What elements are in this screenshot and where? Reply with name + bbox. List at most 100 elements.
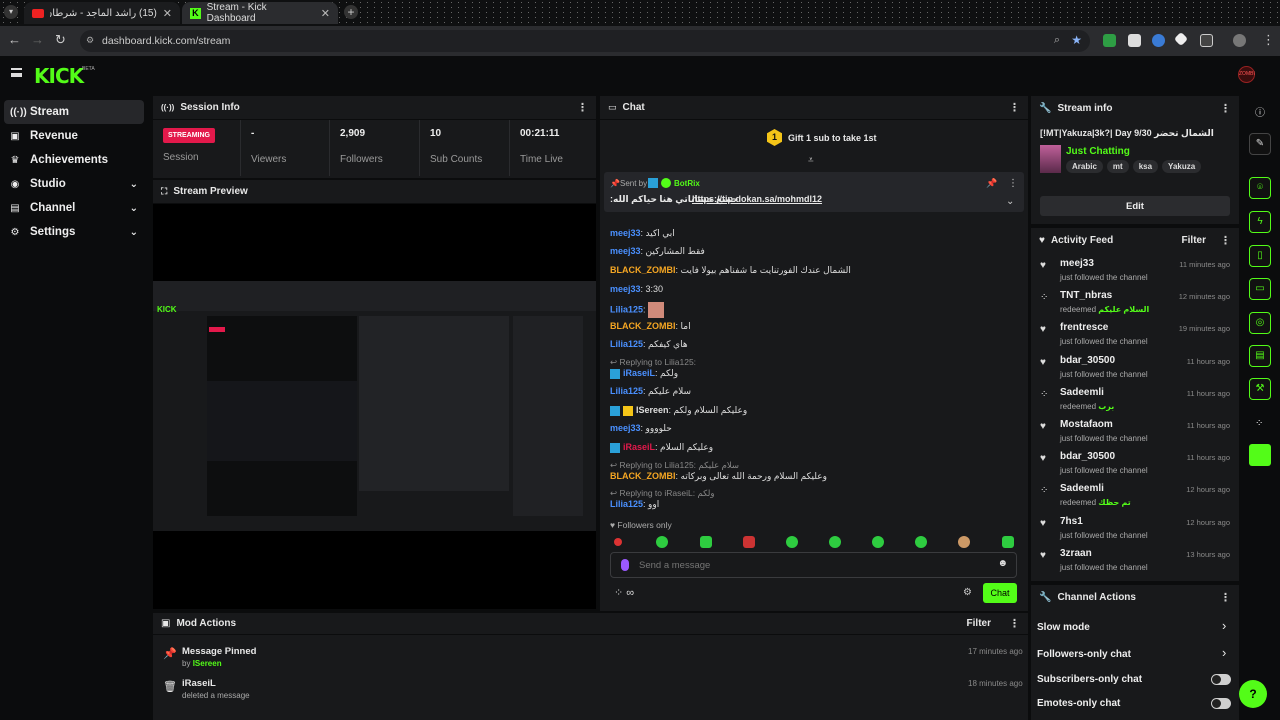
sidebar-item-stream[interactable]: ((·)) Stream (4, 100, 144, 124)
microphone-icon[interactable] (621, 559, 629, 571)
browser-tab-kick[interactable]: K Stream - Kick Dashboard ✕ (182, 2, 338, 24)
points-icon[interactable]: ⁘ ∞ (614, 586, 634, 599)
forward-arrow-icon[interactable]: → (31, 32, 44, 47)
help-chat-icon[interactable]: ? (1239, 680, 1267, 708)
camera-icon[interactable]: ⌾ (1249, 177, 1271, 199)
chat-bubble-icon[interactable]: ▭ (1249, 278, 1271, 300)
close-icon[interactable]: ✕ (163, 7, 172, 20)
activity-username[interactable]: 7hs1 (1060, 516, 1083, 527)
chat-message-input[interactable] (639, 557, 989, 573)
activity-username[interactable]: TNT_nbras (1060, 290, 1112, 301)
points-icon[interactable]: ⁘ (1255, 418, 1263, 429)
more-options-icon[interactable]: ⋮ (577, 101, 588, 114)
reply-reference[interactable]: ↩ Replying to Lilia125: (610, 357, 696, 368)
zoom-icon[interactable]: ⌕ (1054, 34, 1060, 47)
chat-username[interactable]: Lilia125 (610, 499, 643, 509)
mod-action-title[interactable]: iRaseiL (182, 678, 216, 689)
chat-username[interactable]: iRaseiL (623, 368, 655, 378)
extension-icon[interactable] (1128, 34, 1141, 47)
back-arrow-icon[interactable]: ← (8, 32, 21, 47)
profile-avatar[interactable] (1233, 34, 1246, 47)
emote-icon[interactable] (958, 536, 970, 548)
chat-send-button[interactable]: Chat (983, 583, 1017, 603)
sidebar-item-studio[interactable]: ◉ Studio ⌄ (4, 172, 144, 196)
browser-menu-icon[interactable]: ⋮ (1262, 32, 1275, 48)
activity-item[interactable]: ♥ frentresce just followed the channel 19 … (1040, 322, 1232, 354)
chat-username[interactable]: ISereen (636, 405, 669, 415)
sidebar-item-achievements[interactable]: ♛ Achievements (4, 148, 144, 172)
new-tab-button[interactable]: + (344, 5, 358, 19)
tab-search-icon[interactable]: ▾ (4, 5, 18, 19)
menu-icon[interactable] (11, 68, 22, 77)
emote-icon[interactable] (743, 536, 755, 548)
emote-icon[interactable] (829, 536, 841, 548)
more-options-icon[interactable]: ⋮ (1220, 234, 1231, 247)
pinned-user[interactable]: BotRix (674, 179, 700, 188)
activity-item[interactable]: ♥ 3zraan just followed the channel 13 hour… (1040, 548, 1232, 580)
more-options-icon[interactable]: ⋮ (1009, 101, 1020, 114)
pinned-link[interactable]: https://tip.dokan.sa/mohmdl12 (692, 194, 822, 204)
more-options-icon[interactable]: ⋮ (1009, 617, 1020, 630)
dashboard-icon[interactable]: ▤ (1249, 345, 1271, 367)
pencil-icon[interactable]: ✎ (1249, 133, 1271, 155)
activity-username[interactable]: Sadeemli (1060, 387, 1104, 398)
chat-username[interactable]: meej33 (610, 284, 641, 294)
lightning-icon[interactable]: ϟ (1249, 211, 1271, 233)
activity-username[interactable]: Mostafaom (1060, 419, 1113, 430)
sidebar-item-revenue[interactable]: ▣ Revenue (4, 124, 144, 148)
chat-input-box[interactable]: ☻ (610, 552, 1017, 578)
chat-username[interactable]: iRaseiL (623, 442, 655, 452)
filter-button[interactable]: Filter (1182, 235, 1206, 246)
emote-icon[interactable] (872, 536, 884, 548)
emoji-icon[interactable]: ☻ (997, 558, 1008, 569)
chat-username[interactable]: meej33 (610, 228, 641, 238)
add-widget-icon[interactable] (1249, 444, 1271, 466)
activity-item[interactable]: ⁘ TNT_nbras redeemed السلام عليكم 12 minute… (1040, 290, 1232, 322)
more-options-icon[interactable]: ⋮ (1008, 178, 1018, 189)
sidebar-item-settings[interactable]: ⚙ Settings ⌄ (4, 220, 144, 244)
puzzle-extensions-icon[interactable] (1200, 34, 1213, 47)
bookmark-star-icon[interactable]: ★ (1071, 33, 1082, 47)
emote-icon[interactable] (915, 536, 927, 548)
emote-icon[interactable] (614, 538, 622, 546)
chevron-right-icon[interactable]: › (1222, 645, 1226, 660)
emote-icon[interactable] (656, 536, 668, 548)
broadcast-icon[interactable]: ◎ (1249, 312, 1271, 334)
info-icon[interactable]: ⓘ (1255, 104, 1265, 119)
chat-username[interactable]: meej33 (610, 423, 641, 433)
activity-item[interactable]: ⁘ Sadeemli redeemed تم حظك 12 hours ago (1040, 483, 1232, 515)
activity-item[interactable]: ♥ bdar_30500 just followed the channel 11 … (1040, 451, 1232, 483)
emote-icon[interactable] (786, 536, 798, 548)
gift-sub-banner[interactable]: Gift 1 sub to take 1st (788, 133, 877, 143)
edit-stream-button[interactable]: Edit (1040, 196, 1230, 216)
unpin-icon[interactable]: 📌 (986, 178, 997, 189)
slow-mode-setting[interactable]: Slow mode (1037, 622, 1090, 633)
activity-item[interactable]: ♥ Mostafaom just followed the channel 11 h… (1040, 419, 1232, 451)
filter-button[interactable]: Filter (967, 618, 991, 629)
browser-tab-youtube[interactable]: (15) راشد الماجد - شرطان الذهب ✕ (24, 2, 180, 24)
emote-icon[interactable] (700, 536, 712, 548)
chat-username[interactable]: Lilia125 (610, 304, 643, 314)
chat-username[interactable]: BLACK_ZOMBI (610, 321, 676, 331)
kick-logo[interactable]: KICK (34, 64, 84, 88)
reply-reference[interactable]: ↩ Replying to Lilia125: سلام عليكم (610, 460, 739, 471)
extension-shield-icon[interactable] (1103, 34, 1116, 47)
site-info-icon[interactable]: ⚙ (86, 35, 94, 46)
chat-settings-icon[interactable]: ⚙ (963, 587, 972, 598)
mod-user[interactable]: ISereen (193, 659, 222, 668)
chevron-down-icon[interactable]: ⌄ (1006, 196, 1014, 207)
close-icon[interactable]: ✕ (321, 7, 330, 20)
activity-username[interactable]: bdar_30500 (1060, 355, 1115, 366)
document-icon[interactable]: ▯ (1249, 245, 1271, 267)
more-options-icon[interactable]: ⋮ (1220, 591, 1231, 604)
sidebar-item-channel[interactable]: ▤ Channel ⌄ (4, 196, 144, 220)
activity-item[interactable]: ♥ bdar_30500 just followed the channel 11 … (1040, 355, 1232, 387)
more-options-icon[interactable]: ⋮ (1220, 102, 1231, 115)
subscribers-only-toggle[interactable] (1211, 674, 1231, 685)
chat-username[interactable]: meej33 (610, 246, 641, 256)
chat-username[interactable]: Lilia125 (610, 339, 643, 349)
activity-username[interactable]: bdar_30500 (1060, 451, 1115, 462)
avatar[interactable]: ZOMBI (1238, 66, 1255, 83)
extension-icon[interactable] (1152, 34, 1165, 47)
activity-username[interactable]: Sadeemli (1060, 483, 1104, 494)
